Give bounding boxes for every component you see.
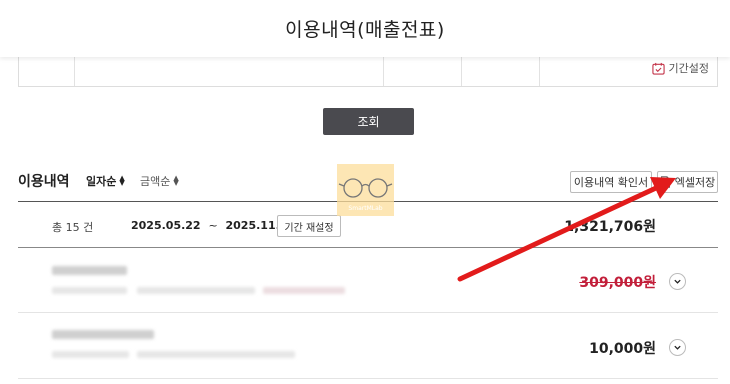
search-button[interactable]: 조회 [323,108,414,135]
filter-divider [74,57,75,86]
filter-row: 기간설정 [18,57,718,87]
sort-amount-label: 금액순 [140,175,171,188]
transaction-amount: 10,000원 [589,341,656,357]
row-divider [18,312,718,313]
app-header: 이용내역(매출전표) [0,0,730,57]
sort-by-amount[interactable]: 금액순 ▲ ▼ [140,173,179,189]
usage-confirmation-button[interactable]: 이용내역 확인서 [570,171,652,193]
redacted-detail [263,287,345,294]
period-setting-label: 기간설정 [668,62,709,75]
document-icon [660,176,670,188]
calendar-icon [651,62,665,75]
filter-divider [461,57,462,86]
period-setting-button[interactable]: 기간설정 [651,60,709,76]
expand-row-button[interactable] [669,339,686,356]
redacted-detail [137,351,295,358]
sort-arrows-icon: ▲ ▼ [173,174,179,187]
chevron-down-icon [674,279,681,284]
redacted-detail [52,287,127,294]
redacted-detail [52,351,129,358]
redacted-merchant [52,330,154,339]
redacted-merchant [52,266,127,275]
date-range: 2025.05.22 ~ 2025.11.22 [131,219,295,232]
row-divider [18,378,718,379]
excel-save-button[interactable]: 엑셀저장 [657,171,718,193]
reset-period-button[interactable]: 기간 재설정 [277,215,341,237]
watermark-logo: SmartMLab [337,164,394,216]
sort-date-label: 일자순 [86,175,117,188]
usage-confirmation-label: 이용내역 확인서 [573,176,649,189]
filter-divider [539,57,540,86]
redacted-detail [137,287,255,294]
filter-divider [383,57,384,86]
page-title: 이용내역(매출전표) [285,19,445,41]
expand-row-button[interactable] [669,273,686,290]
sort-arrows-icon: ▲ ▼ [119,174,125,187]
date-from: 2025.05.22 [131,219,201,232]
transaction-count: 총 15 건 [52,221,94,234]
watermark-text: SmartMLab [348,205,383,212]
total-amount: 1,321,706원 [564,219,656,235]
excel-save-label: 엑셀저장 [674,176,716,189]
summary-divider [18,247,718,248]
date-separator: ~ [208,219,218,232]
chevron-down-icon [674,345,681,350]
history-title: 이용내역 [18,174,70,190]
sort-by-date[interactable]: 일자순 ▲ ▼ [86,173,125,189]
transaction-amount: 309,000원 [579,275,656,291]
